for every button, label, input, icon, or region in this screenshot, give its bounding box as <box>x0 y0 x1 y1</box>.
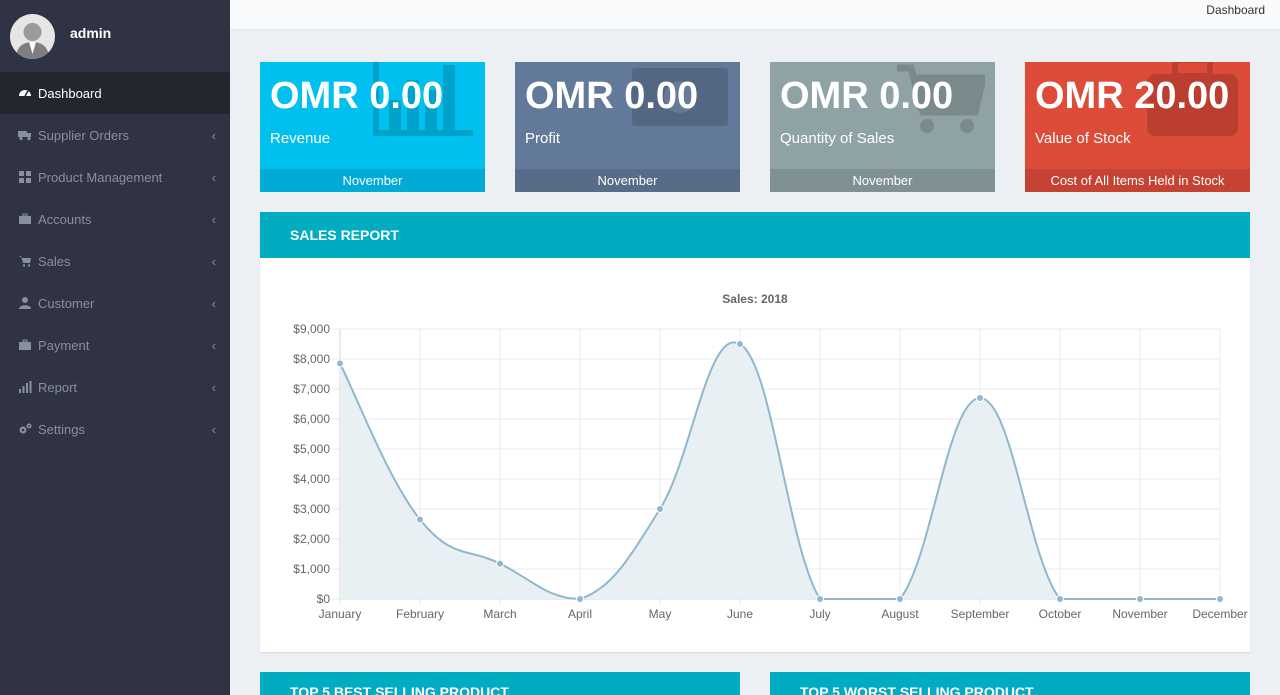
sidebar-item-customer[interactable]: Customer ‹ <box>0 282 230 324</box>
x-tick-label: January <box>319 607 362 621</box>
sidebar-item-accounts[interactable]: Accounts ‹ <box>0 198 230 240</box>
stat-value: OMR 20.00 <box>1035 75 1230 117</box>
y-tick-label: $0 <box>317 592 331 606</box>
stat-footer[interactable]: November <box>770 169 995 192</box>
briefcase-icon <box>18 212 32 226</box>
best-selling-panel-title: TOP 5 BEST SELLING PRODUCT <box>260 672 740 695</box>
stat-value: OMR 0.00 <box>270 75 444 117</box>
dashboard-icon <box>18 86 32 100</box>
sidebar-item-label: Payment <box>38 337 90 353</box>
sidebar-item-report[interactable]: Report ‹ <box>0 366 230 408</box>
x-tick-label: September <box>951 607 1010 621</box>
stat-footer[interactable]: November <box>515 169 740 192</box>
data-point <box>576 595 584 603</box>
sidebar-item-sales[interactable]: Sales ‹ <box>0 240 230 282</box>
stat-label: Value of Stock <box>1035 130 1131 147</box>
topbar: Dashboard <box>230 0 1280 30</box>
data-point <box>1216 595 1224 603</box>
x-tick-label: October <box>1039 607 1082 621</box>
data-point <box>976 394 984 402</box>
stat-label: Profit <box>525 130 561 147</box>
series-area <box>340 342 1220 599</box>
sales-line-chart: $0 $1,000 $2,000 $3,000 $4,000 $5,000 $6,000 $7… <box>293 322 1247 621</box>
sales-report-title: SALES REPORT <box>260 212 1250 258</box>
avatar[interactable] <box>10 13 55 59</box>
x-tick-label: April <box>568 607 592 621</box>
sidebar-item-label: Settings <box>38 421 85 437</box>
avatar-silhouette-icon <box>16 22 49 59</box>
x-tick-label: May <box>649 607 672 621</box>
y-tick-label: $4,000 <box>293 472 330 486</box>
y-tick-label: $5,000 <box>293 442 330 456</box>
sidebar-item-label: Dashboard <box>38 85 102 101</box>
cart-icon <box>18 254 32 268</box>
sidebar-item-payment[interactable]: Payment ‹ <box>0 324 230 366</box>
stat-value: OMR 0.00 <box>780 75 954 117</box>
y-tick-label: $7,000 <box>293 382 330 396</box>
sidebar-item-label: Accounts <box>38 211 92 227</box>
chevron-left-icon: ‹ <box>211 128 216 143</box>
sidebar: admin Dashboard Supplier Orders ‹ Product M… <box>0 0 230 695</box>
x-tick-label: February <box>396 607 444 621</box>
stat-value: OMR 0.00 <box>525 75 699 117</box>
stat-label: Revenue <box>270 130 331 147</box>
x-tick-label: August <box>881 607 919 621</box>
data-point <box>736 340 744 348</box>
user-name: admin <box>70 25 112 41</box>
briefcase-icon <box>18 338 32 352</box>
stat-box-revenue[interactable]: OMR 0.00 Revenue November <box>260 62 485 192</box>
y-tick-label: $9,000 <box>293 322 330 336</box>
data-point <box>416 515 424 524</box>
y-tick-label: $1,000 <box>293 562 330 576</box>
gears-icon <box>18 422 32 436</box>
y-tick-label: $3,000 <box>293 502 330 516</box>
stat-box-profit[interactable]: OMR 0.00 Profit November <box>515 62 740 192</box>
sidebar-item-supplier-orders[interactable]: Supplier Orders ‹ <box>0 114 230 156</box>
chevron-left-icon: ‹ <box>211 380 216 395</box>
stat-footer[interactable]: Cost of All Items Held in Stock <box>1025 169 1250 192</box>
x-tick-label: December <box>1192 607 1247 621</box>
sidebar-item-dashboard[interactable]: Dashboard <box>0 72 230 114</box>
data-point <box>1136 595 1144 603</box>
sidebar-item-label: Supplier Orders <box>38 127 130 143</box>
stat-box-stock[interactable]: OMR 20.00 Value of Stock Cost of All Ite… <box>1025 62 1250 192</box>
chevron-left-icon: ‹ <box>211 338 216 353</box>
bar-chart-icon <box>18 380 32 394</box>
stat-label: Quantity of Sales <box>780 130 895 147</box>
data-point <box>656 505 664 513</box>
truck-icon <box>18 128 32 142</box>
sidebar-item-settings[interactable]: Settings ‹ <box>0 408 230 450</box>
chevron-left-icon: ‹ <box>211 254 216 269</box>
data-point <box>496 559 504 568</box>
sidebar-item-label: Product Management <box>38 169 163 185</box>
y-tick-label: $2,000 <box>293 532 330 546</box>
data-point <box>1056 595 1064 603</box>
data-point <box>816 595 824 603</box>
sidebar-item-label: Report <box>38 379 78 395</box>
sidebar-item-label: Customer <box>38 295 95 311</box>
worst-selling-panel-title: TOP 5 WORST SELLING PRODUCT <box>770 672 1250 695</box>
x-tick-label: March <box>483 607 516 621</box>
sidebar-item-product-management[interactable]: Product Management ‹ <box>0 156 230 198</box>
stat-box-quantity[interactable]: OMR 0.00 Quantity of Sales November <box>770 62 995 192</box>
data-point <box>336 359 344 368</box>
sidebar-menu: Dashboard Supplier Orders ‹ Product Managem… <box>0 72 230 450</box>
y-tick-label: $6,000 <box>293 412 330 426</box>
user-icon <box>18 296 32 310</box>
user-panel: admin <box>0 0 230 72</box>
stat-footer[interactable]: November <box>260 169 485 192</box>
chevron-left-icon: ‹ <box>211 422 216 437</box>
sales-report-panel: SALES REPORT Sales: 2018 $0 $1,000 $2,000 $… <box>260 212 1250 652</box>
x-tick-label: November <box>1112 607 1167 621</box>
x-tick-label: June <box>727 607 753 621</box>
chevron-left-icon: ‹ <box>211 296 216 311</box>
x-tick-label: July <box>809 607 830 621</box>
data-point <box>896 595 904 603</box>
y-tick-label: $8,000 <box>293 352 330 366</box>
grid-icon <box>18 170 32 184</box>
sidebar-item-label: Sales <box>38 253 71 269</box>
breadcrumb[interactable]: Dashboard <box>1206 3 1265 17</box>
chevron-left-icon: ‹ <box>211 170 216 185</box>
chevron-left-icon: ‹ <box>211 212 216 227</box>
